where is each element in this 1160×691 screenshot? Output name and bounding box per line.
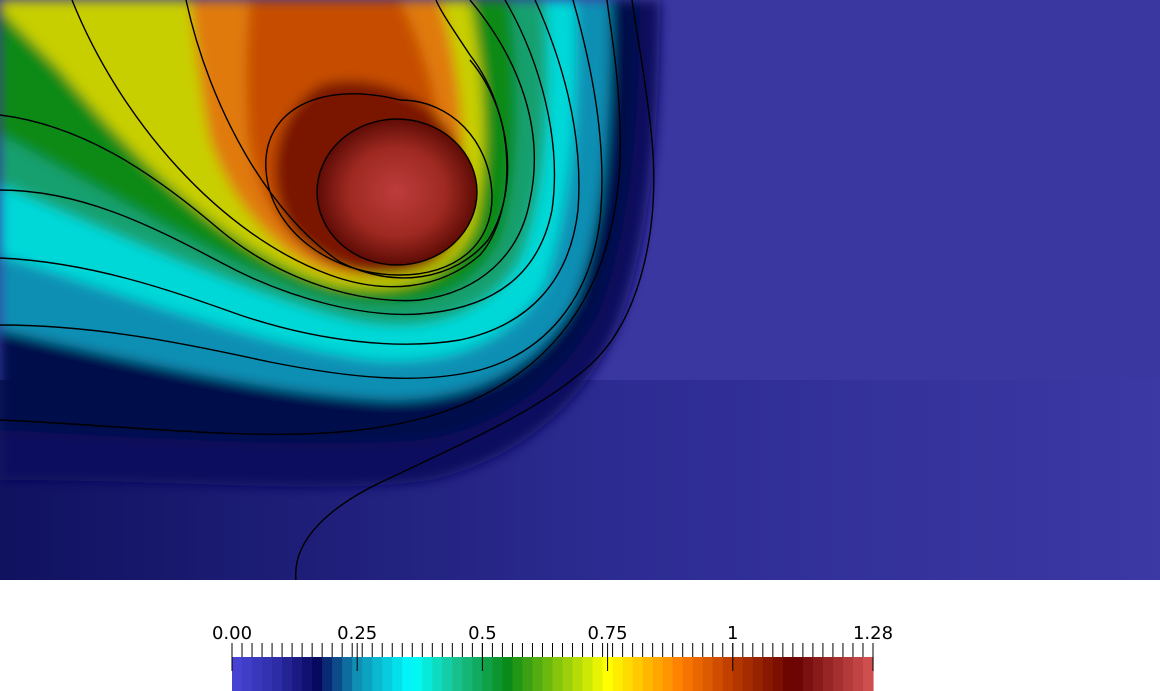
colorbar-band	[842, 657, 854, 691]
colorbar-band	[392, 657, 403, 691]
colorbar-band	[762, 657, 774, 691]
colorbar-band	[622, 657, 634, 691]
colorbar-band	[712, 657, 724, 691]
colorbar-band	[332, 657, 343, 691]
colorbar-band	[342, 657, 353, 691]
colorbar-band	[592, 657, 604, 691]
colorbar-band	[242, 657, 253, 691]
colorbar-tick-label: 1.28	[853, 623, 893, 644]
colorbar-band	[852, 657, 864, 691]
colorbar-band	[672, 657, 684, 691]
colorbar-tick-label: 0.75	[588, 623, 628, 644]
scalar-colorbar: 0.00 0.25 0.5 0.75 1 1.28	[212, 623, 893, 691]
colorbar-band	[492, 657, 504, 691]
colorbar-tick-label: 0.00	[212, 623, 252, 644]
colorbar-band	[482, 657, 494, 691]
colorbar-band	[502, 657, 514, 691]
colorbar-band	[282, 657, 293, 691]
colorbar-band	[752, 657, 764, 691]
colorbar-band	[632, 657, 644, 691]
colorbar-band	[462, 657, 473, 691]
colorbar-band	[432, 657, 443, 691]
colorbar-band	[292, 657, 303, 691]
colorbar-band	[372, 657, 383, 691]
colorbar-band	[402, 657, 413, 691]
colorbar-band	[782, 657, 794, 691]
colorbar-band	[812, 657, 824, 691]
colorbar-band	[312, 657, 323, 691]
colorbar-band	[772, 657, 784, 691]
colorbar-band	[732, 657, 744, 691]
colorbar-tick-label: 0.5	[468, 623, 497, 644]
colorbar-band	[322, 657, 333, 691]
colorbar-band	[822, 657, 834, 691]
colorbar-band	[362, 657, 373, 691]
colorbar-band	[862, 657, 874, 691]
colorbar-band	[512, 657, 524, 691]
colorbar-band	[722, 657, 734, 691]
colorbar-band	[452, 657, 463, 691]
colorbar-band	[532, 657, 544, 691]
colorbar-band	[472, 657, 483, 691]
colorbar-band	[802, 657, 814, 691]
colorbar-band	[692, 657, 704, 691]
colorbar-band	[572, 657, 584, 691]
colorbar-band	[682, 657, 694, 691]
colorbar-bands	[232, 657, 874, 691]
colorbar-band	[262, 657, 273, 691]
colorbar-band	[552, 657, 564, 691]
colorbar-band	[642, 657, 654, 691]
colorbar-band	[652, 657, 664, 691]
colorbar-band	[302, 657, 313, 691]
colorbar-band	[522, 657, 534, 691]
colorbar-tick-labels: 0.00 0.25 0.5 0.75 1 1.28	[212, 623, 893, 644]
colorbar-band	[562, 657, 574, 691]
colorbar-band	[792, 657, 804, 691]
colorbar-band	[442, 657, 453, 691]
colorbar-band	[382, 657, 393, 691]
colorbar-band	[542, 657, 554, 691]
colorbar-band	[232, 657, 243, 691]
colorbar-band	[742, 657, 754, 691]
colorbar-band	[412, 657, 423, 691]
colorbar-band	[832, 657, 844, 691]
colorbar-band	[422, 657, 433, 691]
colorbar-band	[702, 657, 714, 691]
colorbar-band	[272, 657, 283, 691]
colorbar-band	[582, 657, 594, 691]
colorbar-tick-label: 1	[727, 623, 738, 644]
colorbar-tick-label: 0.25	[337, 623, 377, 644]
contour-plot	[0, 0, 1160, 580]
colorbar-band	[662, 657, 674, 691]
field-maximum-core	[317, 119, 477, 265]
colorbar-band	[252, 657, 263, 691]
colorbar-band	[612, 657, 624, 691]
